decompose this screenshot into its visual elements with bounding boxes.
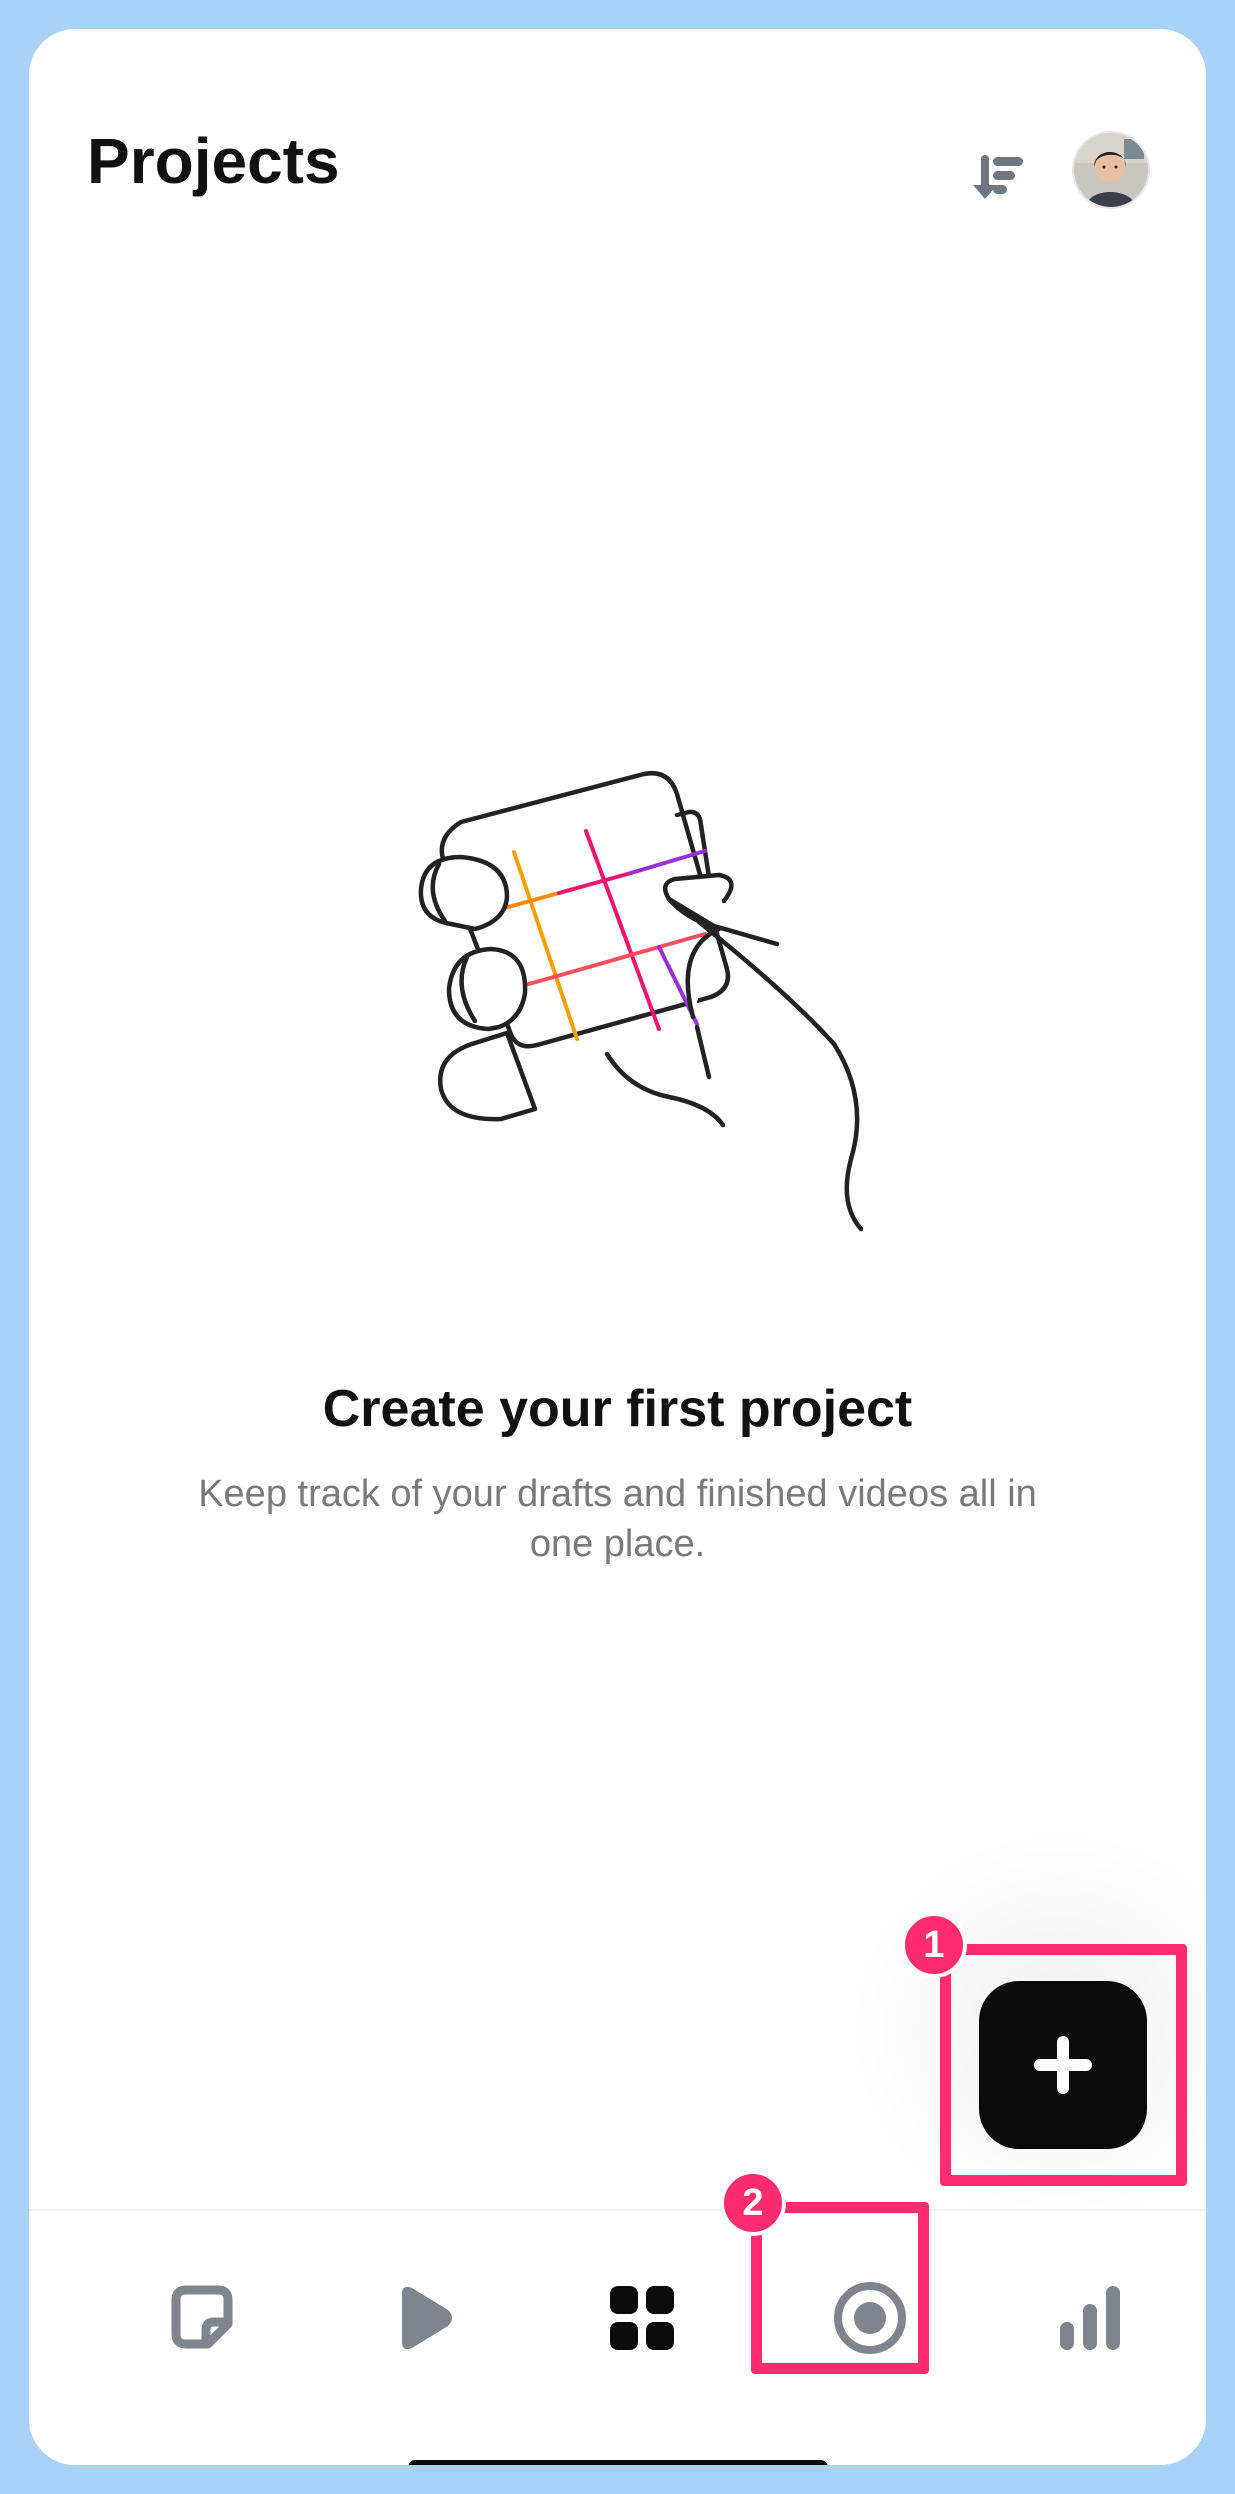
empty-state-description: Keep track of your drafts and finished v… — [198, 1473, 1037, 1565]
note-icon — [171, 2285, 233, 2349]
bottom-tab-bar — [29, 2209, 1206, 2465]
empty-state-title: Create your first project — [322, 1380, 913, 1438]
tab-insights[interactable] — [1035, 2263, 1145, 2373]
sort-button[interactable] — [949, 129, 1049, 229]
bar-chart-icon — [1060, 2286, 1120, 2350]
grid-icon — [610, 2286, 674, 2350]
step-badge-2: 2 — [720, 2170, 786, 2236]
tab-notes[interactable] — [147, 2263, 257, 2373]
tab-projects[interactable] — [587, 2263, 697, 2373]
highlight-record-tab — [751, 2202, 929, 2374]
hand-holding-phone-illustration — [418, 770, 864, 1232]
profile-avatar — [1074, 133, 1148, 207]
play-icon — [402, 2286, 452, 2350]
avatar[interactable] — [1072, 131, 1150, 209]
sort-download-icon — [973, 155, 1023, 199]
page-title: Projects — [87, 125, 340, 197]
tab-play[interactable] — [367, 2263, 477, 2373]
highlight-create-button — [940, 1944, 1187, 2186]
step-badge-1: 1 — [901, 1912, 967, 1978]
home-indicator[interactable] — [408, 2460, 828, 2465]
